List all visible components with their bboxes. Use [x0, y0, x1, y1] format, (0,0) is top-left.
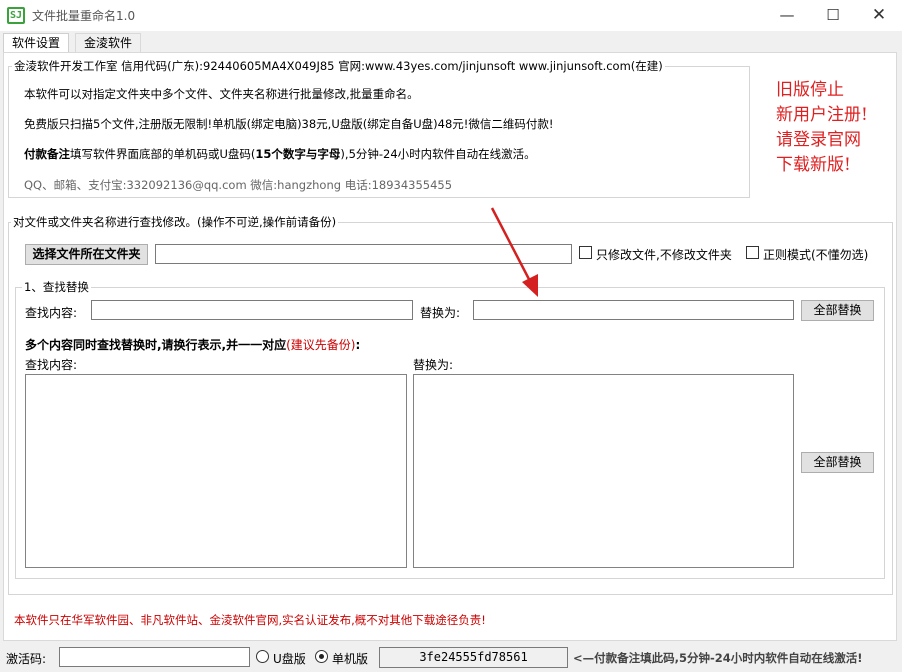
info-line-1: 本软件可以对指定文件夹中多个文件、文件夹名称进行批量修改,批量重命名。: [24, 87, 419, 101]
main-legend: 对文件或文件夹名称进行查找修改。(操作不可逆,操作前请备份): [11, 214, 339, 230]
info-line-2: 免费版只扫描5个文件,注册版无限制!单机版(绑定电脑)38元,U盘版(绑定自备U…: [24, 117, 554, 131]
usb-version-label: U盘版: [273, 652, 306, 666]
multi-title: 多个内容同时查找替换时,请换行表示,并一一对应(建议先备份):: [25, 336, 360, 353]
replace-all-button[interactable]: 全部替换: [801, 300, 874, 321]
promo-line: 新用户注册!: [776, 105, 868, 125]
choose-folder-button[interactable]: 选择文件所在文件夹: [25, 244, 148, 265]
multi-replace-all-button[interactable]: 全部替换: [801, 452, 874, 473]
title-bar: SJ 文件批量重命名1.0 — ☐ ✕: [0, 0, 902, 31]
distribution-notice: 本软件只在华军软件园、非凡软件站、金淩软件官网,实名认证发布,概不对其他下载途径…: [14, 613, 486, 627]
payment-note-label: 付款备注: [24, 147, 70, 161]
single-machine-label: 单机版: [332, 652, 369, 666]
maximize-button[interactable]: ☐: [810, 0, 856, 31]
activation-label: 激活码:: [6, 652, 47, 666]
promo-line: 请登录官网: [776, 130, 861, 150]
promo-line: 下载新版!: [776, 155, 851, 175]
close-button[interactable]: ✕: [856, 0, 902, 31]
find-label: 查找内容:: [25, 306, 78, 320]
regex-mode-checkbox[interactable]: [746, 246, 759, 259]
replace-label: 替换为:: [420, 306, 461, 320]
tab-label: 软件设置: [12, 36, 61, 50]
multi-find-textarea[interactable]: [25, 374, 407, 568]
single-machine-radio[interactable]: [315, 650, 328, 663]
usb-version-radio[interactable]: [256, 650, 269, 663]
activation-code-input[interactable]: [59, 647, 250, 667]
regex-mode-label: 正则模式(不懂勿选): [763, 248, 869, 262]
tab-label: 金淩软件: [84, 36, 133, 50]
only-files-label: 只修改文件,不修改文件夹: [596, 248, 732, 262]
multi-title-text: 多个内容同时查找替换时,请换行表示,并一一对应: [25, 338, 287, 352]
multi-replace-textarea[interactable]: [413, 374, 794, 568]
tab-software-settings[interactable]: 软件设置: [3, 33, 70, 54]
payment-hint: <—付款备注填此码,5分钟-24小时内软件自动在线激活!: [573, 651, 863, 665]
machine-code-field[interactable]: 3fe24555fd78561: [379, 647, 568, 668]
tab-jinjun-software[interactable]: 金淩软件: [75, 33, 142, 53]
multi-title-note: (建议先备份): [286, 338, 356, 352]
window-title: 文件批量重命名1.0: [32, 9, 136, 23]
multi-replace-label: 替换为:: [413, 358, 454, 372]
contact-info: QQ、邮箱、支付宝:332092136@qq.com 微信:hangzhong …: [24, 178, 453, 192]
find-replace-legend: 1、查找替换: [22, 279, 91, 295]
info-legend: 金淩软件开发工作室 信用代码(广东):92440605MA4X049J85 官网…: [12, 58, 665, 74]
info-line-3: 付款备注填写软件界面底部的单机码或U盘码(15个数字与字母),5分钟-24小时内…: [24, 146, 536, 162]
multi-title-colon: :: [355, 338, 361, 352]
only-files-checkbox[interactable]: [579, 246, 592, 259]
multi-find-label: 查找内容:: [25, 358, 78, 372]
promo-line: 旧版停止: [776, 80, 844, 100]
promo-text: 旧版停止 新用户注册! 请登录官网 下载新版!: [776, 78, 896, 178]
payment-note-end: ),5分钟-24小时内软件自动在线激活。: [340, 147, 536, 161]
si-logo-icon: SJ: [7, 7, 25, 24]
arrow-annotation-icon: [490, 207, 538, 297]
find-input[interactable]: [91, 300, 413, 320]
minimize-button[interactable]: —: [764, 0, 810, 31]
payment-note-emph: 15个数字与字母: [255, 147, 341, 161]
payment-note-text: 填写软件界面底部的单机码或U盘码(: [70, 147, 256, 161]
